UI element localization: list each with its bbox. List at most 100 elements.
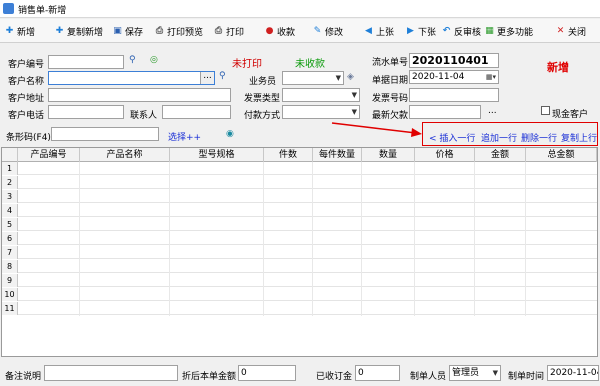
copy-up-row-link[interactable]: 复制上行	[561, 131, 597, 144]
print-preview-icon: ⎙	[155, 25, 164, 36]
creator-label: 制单人员	[410, 372, 447, 382]
column-header[interactable]: 产品编号	[18, 148, 80, 162]
toolbar: ✚ 新增 ✚ 复制新增 ▣ 保存 ⎙ 打印预览 ⎙ 打印 ● 收款 ✎ 修改 ◀ 上张 ▶ 下张 ↶ 反审核 ▦ 更多功能…	[0, 19, 600, 43]
serial-field[interactable]: 2020110401	[409, 53, 499, 68]
toolbar-button-label: 关闭	[568, 27, 587, 38]
customer-search-icon[interactable]: ⚲	[219, 71, 226, 81]
salesman-select[interactable]: ▼	[282, 71, 344, 85]
delete-row-link[interactable]: 删除一行	[521, 131, 557, 144]
invoice-no-label: 发票号码	[372, 94, 409, 104]
customer-address-input[interactable]	[48, 88, 231, 102]
toolbar-button-label: 收款	[277, 27, 296, 38]
customer-picker-button[interactable]: ...	[200, 72, 214, 84]
table-row[interactable]: 3	[2, 190, 597, 203]
deposit-field[interactable]: 0	[355, 365, 400, 381]
plus-icon: ✚	[5, 25, 14, 36]
toolbar-button-5[interactable]: ● 收款	[264, 23, 295, 39]
salesman-label: 业务员	[249, 77, 277, 87]
column-header[interactable]: 价格	[415, 148, 475, 162]
customer-phone-input[interactable]	[48, 105, 124, 119]
title-bar: 销售单-新增	[0, 0, 600, 18]
row-number: 2	[2, 176, 18, 189]
table-row[interactable]: 8	[2, 260, 597, 273]
toolbar-button-label: 修改	[325, 27, 344, 38]
toolbar-button-label: 下张	[418, 27, 437, 38]
column-header[interactable]: 数量	[362, 148, 415, 162]
column-header[interactable]: 每件数量	[313, 148, 362, 162]
toolbar-button-7[interactable]: ◀ 上张	[363, 23, 394, 39]
toolbar-button-1[interactable]: ✚ 复制新增	[54, 23, 103, 39]
calendar-icon: ▦▾	[485, 73, 496, 81]
toolbar-button-label: 新增	[17, 27, 36, 38]
row-number: 4	[2, 204, 18, 217]
grid-column-line	[474, 162, 475, 316]
edit-icon: ✎	[313, 25, 322, 36]
toolbar-button-label: 打印预览	[167, 27, 204, 38]
more-icon: ▦	[485, 25, 494, 36]
column-header[interactable]: 型号规格	[170, 148, 264, 162]
table-row[interactable]: 6	[2, 232, 597, 245]
barcode-input[interactable]	[51, 127, 159, 141]
creator-select[interactable]: 管理员 ▼	[449, 365, 501, 381]
select-link[interactable]: 选择++	[168, 130, 201, 143]
table-row[interactable]: 7	[2, 246, 597, 259]
product-grid[interactable]: 产品编号 产品名称 型号规格 件数 每件数量 数量 价格 金额 总金额 1 2 3 4 5 6 7 8 9 10 1…	[1, 147, 598, 357]
cash-customer-checkbox[interactable]	[541, 106, 550, 115]
column-header[interactable]: 产品名称	[80, 148, 170, 162]
serial-label: 流水单号	[372, 58, 409, 68]
remark-label: 备注说明	[5, 372, 42, 382]
toolbar-button-2[interactable]: ▣ 保存	[112, 23, 143, 39]
column-header[interactable]: 件数	[264, 148, 313, 162]
table-row[interactable]: 2	[2, 176, 597, 189]
toolbar-button-3[interactable]: ⎙ 打印预览	[154, 23, 203, 39]
row-number: 3	[2, 190, 18, 203]
refresh-icon[interactable]: ◎	[150, 55, 158, 65]
column-header[interactable]: 金额	[475, 148, 526, 162]
table-row[interactable]: 5	[2, 218, 597, 231]
payment-status: 未收款	[295, 59, 325, 70]
deposit-label: 已收订金	[316, 372, 353, 382]
invoice-no-input[interactable]	[409, 88, 499, 102]
remark-input[interactable]	[44, 365, 178, 381]
payment-method-select[interactable]: ▼	[282, 105, 360, 119]
globe-icon[interactable]: ◉	[226, 129, 234, 139]
append-row-link[interactable]: 追加一行	[481, 131, 517, 144]
search-icon[interactable]: ⚲	[129, 55, 136, 65]
toolbar-button-11[interactable]: ✕ 关闭	[555, 23, 586, 39]
row-number: 8	[2, 260, 18, 273]
column-header[interactable]: 总金额	[526, 148, 597, 162]
table-row[interactable]: 10	[2, 288, 597, 301]
table-row[interactable]: 4	[2, 204, 597, 217]
toolbar-button-4[interactable]: ⎙ 打印	[213, 23, 244, 39]
eraser-icon[interactable]: ◈	[347, 72, 354, 82]
discount-field[interactable]: 0	[238, 365, 296, 381]
table-row[interactable]: 9	[2, 274, 597, 287]
toolbar-button-0[interactable]: ✚ 新增	[4, 23, 35, 39]
customer-code-input[interactable]	[48, 55, 124, 69]
table-row[interactable]: 1	[2, 162, 597, 175]
row-number: 9	[2, 274, 18, 287]
toolbar-button-6[interactable]: ✎ 修改	[312, 23, 343, 39]
row-number: 6	[2, 232, 18, 245]
customer-name-input[interactable]: ...	[48, 71, 215, 85]
app-icon	[3, 3, 14, 14]
toolbar-button-label: 打印	[226, 27, 245, 38]
create-time-label: 制单时间	[508, 372, 545, 382]
contact-input[interactable]	[162, 105, 231, 119]
grid-corner	[2, 148, 18, 162]
customer-phone-label: 客户电话	[8, 111, 45, 121]
latest-debt-field	[409, 105, 481, 119]
window-title: 销售单-新增	[18, 6, 67, 16]
save-icon: ▣	[113, 25, 122, 36]
insert-row-link[interactable]: < 插入一行	[429, 131, 475, 144]
invoice-type-select[interactable]: ▼	[282, 88, 360, 102]
copy-add-icon: ✚	[55, 25, 64, 36]
toolbar-button-9[interactable]: ↶ 反审核	[441, 23, 481, 39]
grid-column-line	[169, 162, 170, 316]
prev-icon: ◀	[365, 25, 372, 36]
table-row[interactable]: 11	[2, 302, 597, 315]
date-field[interactable]: 2020-11-04 ▦▾	[409, 70, 499, 84]
toolbar-button-8[interactable]: ▶ 下张	[405, 23, 436, 39]
toolbar-button-10[interactable]: ▦ 更多功能	[484, 23, 533, 39]
more-dots-icon[interactable]: ...	[488, 106, 497, 116]
